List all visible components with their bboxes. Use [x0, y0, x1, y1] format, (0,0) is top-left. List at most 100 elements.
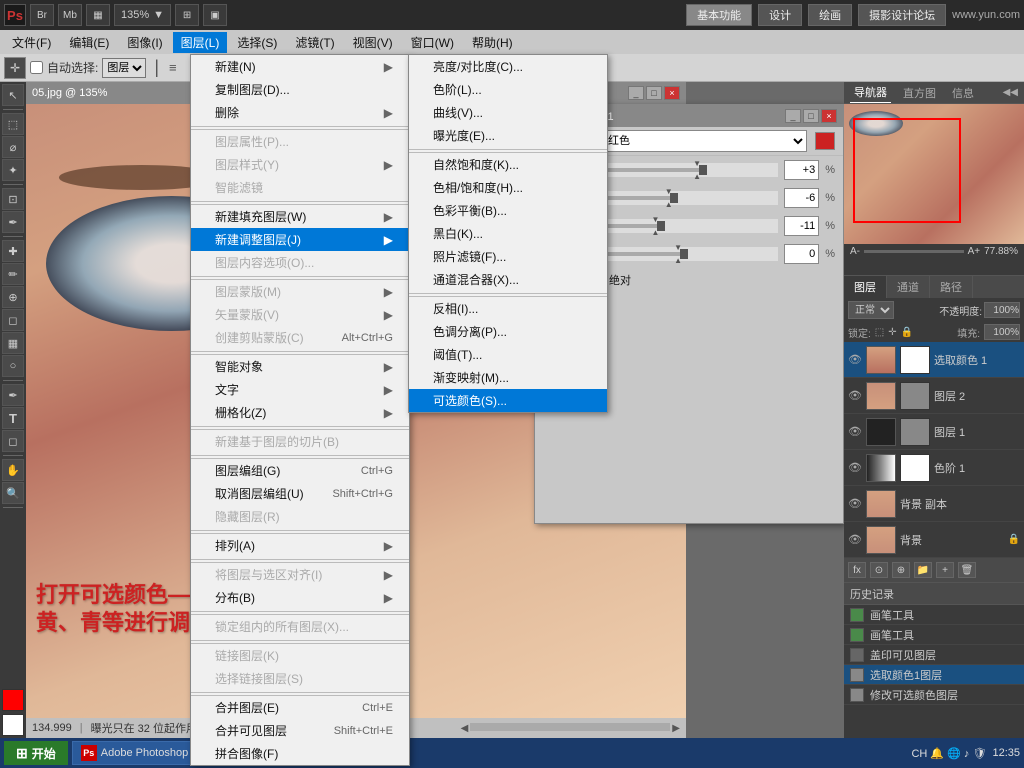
auto-select-checkbox[interactable]: [30, 61, 43, 74]
adj-maximize[interactable]: □: [803, 109, 819, 123]
pen-tool[interactable]: ✒: [2, 384, 24, 406]
adj-yellow-value[interactable]: [784, 216, 819, 236]
adj-brightness[interactable]: 亮度/对比度(C)...: [409, 55, 607, 78]
layer-row-1[interactable]: 👁 图层 1: [844, 414, 1024, 450]
history-item-0[interactable]: 画笔工具: [844, 605, 1024, 625]
canvas-scroll-left[interactable]: ◀: [461, 723, 469, 734]
zoom-tool[interactable]: 🔍: [2, 482, 24, 504]
layer-eye-1[interactable]: 👁: [848, 389, 862, 403]
panel-collapse[interactable]: ◀◀: [1003, 87, 1018, 98]
lock-position[interactable]: ✛: [888, 327, 896, 338]
text-tool[interactable]: T: [2, 407, 24, 429]
history-item-1[interactable]: 画笔工具: [844, 625, 1024, 645]
delete-layer-btn[interactable]: 🗑: [958, 562, 976, 578]
adj-invert[interactable]: 反相(I)...: [409, 297, 607, 320]
canvas-hscroll[interactable]: [470, 723, 670, 731]
layer-eye-0[interactable]: 👁: [848, 353, 862, 367]
opacity-input[interactable]: [984, 302, 1020, 318]
tab-histogram[interactable]: 直方图: [899, 83, 940, 103]
adj-threshold[interactable]: 阈值(T)...: [409, 343, 607, 366]
adj-exposure[interactable]: 曝光度(E)...: [409, 124, 607, 147]
adj-gradientmap[interactable]: 渐变映射(M)...: [409, 366, 607, 389]
menu-merge-visible[interactable]: 合并可见图层Shift+Ctrl+E: [191, 719, 409, 742]
lock-pixels[interactable]: ⬚: [875, 327, 884, 338]
canvas-minimize[interactable]: _: [628, 86, 644, 100]
gradient-tool[interactable]: ▦: [2, 332, 24, 354]
history-item-2[interactable]: 盖印可见图层: [844, 645, 1024, 665]
marquee-tool[interactable]: ⬚: [2, 113, 24, 135]
menu-delete[interactable]: 删除▶: [191, 101, 409, 124]
tab-channels[interactable]: 通道: [887, 276, 930, 298]
menu-window[interactable]: 窗口(W): [403, 32, 462, 53]
menu-arrange[interactable]: 排列(A)▶: [191, 534, 409, 557]
menu-flatten[interactable]: 拼合图像(F): [191, 742, 409, 765]
tab-info[interactable]: 信息: [948, 83, 978, 103]
menu-new-fill[interactable]: 新建填充图层(W)▶: [191, 205, 409, 228]
adj-curves[interactable]: 曲线(V)...: [409, 101, 607, 124]
add-adjustment-btn[interactable]: ⊕: [892, 562, 910, 578]
layer-eye-3[interactable]: 👁: [848, 461, 862, 475]
canvas-scroll-right[interactable]: ▶: [672, 723, 680, 734]
adj-yellow-slider[interactable]: ▼ ▲: [589, 219, 778, 233]
adj-color-select[interactable]: 红色 黄色 青色: [599, 130, 807, 152]
layer-row-selective-color[interactable]: 👁 选取颜色 1: [844, 342, 1024, 378]
menu-new[interactable]: 新建(N)▶: [191, 55, 409, 78]
auto-select-type[interactable]: 图层: [102, 58, 146, 78]
history-item-3[interactable]: 选取颜色1图层: [844, 665, 1024, 685]
workspace-basic[interactable]: 基本功能: [686, 4, 752, 26]
add-group-btn[interactable]: 📁: [914, 562, 932, 578]
adj-hsl[interactable]: 色相/饱和度(H)...: [409, 176, 607, 199]
arrange-btn2[interactable]: ▣: [203, 4, 227, 26]
workspace-photo[interactable]: 摄影设计论坛: [858, 4, 946, 26]
shape-tool[interactable]: ◻: [2, 430, 24, 452]
menu-help[interactable]: 帮助(H): [464, 32, 521, 53]
layer-eye-4[interactable]: 👁: [848, 497, 862, 511]
lock-all[interactable]: 🔒: [901, 327, 913, 338]
adj-bw[interactable]: 黑白(K)...: [409, 222, 607, 245]
menu-new-adjustment[interactable]: 新建调整图层(J)▶: [191, 228, 409, 251]
layer-row-bg[interactable]: 👁 背景 🔒: [844, 522, 1024, 558]
br-button[interactable]: Br: [30, 4, 54, 26]
zoom-display[interactable]: 135% ▼: [114, 4, 171, 26]
eraser-tool[interactable]: ◻: [2, 309, 24, 331]
menu-ungroup[interactable]: 取消图层编组(U)Shift+Ctrl+G: [191, 482, 409, 505]
adj-selectivecolor[interactable]: 可选颜色(S)...: [409, 389, 607, 412]
canvas-close[interactable]: ×: [664, 86, 680, 100]
menu-distribute[interactable]: 分布(B)▶: [191, 586, 409, 609]
adj-photofilter[interactable]: 照片滤镜(F)...: [409, 245, 607, 268]
wand-tool[interactable]: ✦: [2, 159, 24, 181]
menu-edit[interactable]: 编辑(E): [61, 32, 117, 53]
menu-filter[interactable]: 滤镜(T): [287, 32, 342, 53]
canvas-maximize[interactable]: □: [646, 86, 662, 100]
adj-vibrance[interactable]: 自然饱和度(K)...: [409, 153, 607, 176]
healing-tool[interactable]: ✚: [2, 240, 24, 262]
adj-posterize[interactable]: 色调分离(P)...: [409, 320, 607, 343]
move-tool-options[interactable]: ✛: [4, 57, 26, 79]
brush-tool[interactable]: ✏: [2, 263, 24, 285]
crop-tool[interactable]: ⊡: [2, 188, 24, 210]
dodge-tool[interactable]: ○: [2, 355, 24, 377]
menu-text[interactable]: 文字▶: [191, 378, 409, 401]
layer-eye-5[interactable]: 👁: [848, 533, 862, 547]
view-toggle[interactable]: ▦: [86, 4, 110, 26]
adj-colorbalance[interactable]: 色彩平衡(B)...: [409, 199, 607, 222]
menu-smart-object[interactable]: 智能对象▶: [191, 355, 409, 378]
menu-select[interactable]: 选择(S): [229, 32, 285, 53]
menu-view[interactable]: 视图(V): [345, 32, 401, 53]
arrange-btn[interactable]: ⊞: [175, 4, 199, 26]
tab-layers[interactable]: 图层: [844, 276, 887, 298]
layer-row-bg-copy[interactable]: 👁 背景 副本: [844, 486, 1024, 522]
add-mask-btn[interactable]: ⊙: [870, 562, 888, 578]
eyedropper-tool[interactable]: ✒: [2, 211, 24, 233]
menu-image[interactable]: 图像(I): [119, 32, 170, 53]
adj-magenta-slider[interactable]: ▼ ▲: [589, 191, 778, 205]
add-layer-btn[interactable]: +: [936, 562, 954, 578]
mb-button[interactable]: Mb: [58, 4, 82, 26]
zoom-in-btn[interactable]: A+: [968, 246, 981, 257]
workspace-paint[interactable]: 绘画: [808, 4, 852, 26]
foreground-color[interactable]: [2, 689, 24, 711]
move-tool[interactable]: ↖: [2, 84, 24, 106]
adj-cyan-slider[interactable]: ▼ ▲: [589, 163, 778, 177]
menu-merge[interactable]: 合并图层(E)Ctrl+E: [191, 696, 409, 719]
menu-layer[interactable]: 图层(L): [173, 32, 228, 53]
